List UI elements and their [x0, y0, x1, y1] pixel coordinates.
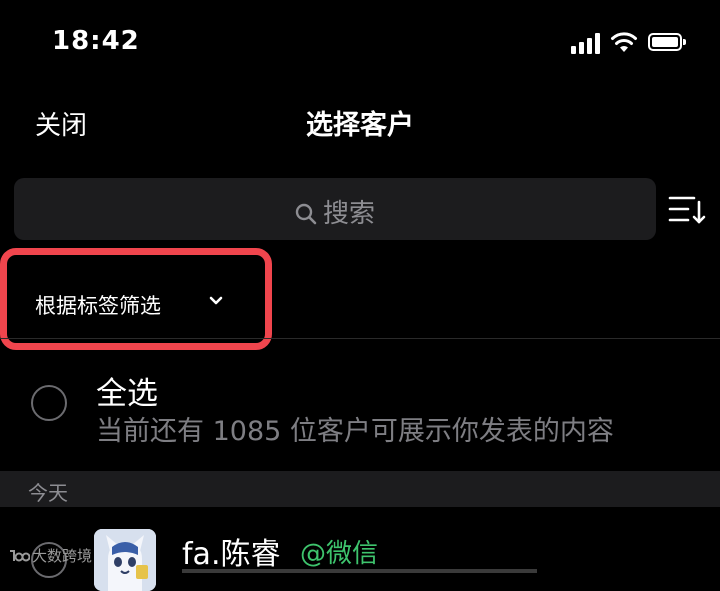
status-time: 18:42 [52, 26, 140, 56]
contact-row[interactable]: fa.陈睿 @微信 [0, 507, 720, 591]
tag-filter-label: 根据标签筛选 [35, 294, 161, 318]
contact-subtitle-placeholder [182, 569, 537, 573]
search-input[interactable]: 搜索 [14, 178, 656, 240]
tag-filter-dropdown[interactable]: 根据标签筛选 [21, 277, 251, 327]
chevron-down-icon [209, 296, 223, 305]
battery-icon [648, 33, 686, 51]
search-placeholder: 搜索 [322, 199, 375, 229]
status-bar: 18:42 [0, 0, 720, 90]
watermark-logo-icon [10, 550, 30, 562]
select-all-label[interactable]: 全选 [96, 368, 158, 413]
cellular-signal-icon [571, 32, 603, 54]
close-button[interactable]: 关闭 [35, 105, 87, 142]
section-header: 今天 [0, 471, 720, 507]
sort-icon[interactable] [668, 192, 706, 226]
divider [0, 338, 720, 339]
avatar [94, 529, 156, 591]
page-title: 选择客户 [306, 110, 414, 141]
select-all-radio[interactable] [31, 385, 67, 421]
section-header-label: 今天 [28, 481, 68, 505]
watermark-text: 大数跨境 [32, 547, 93, 565]
navigation-bar: 选择客户 关闭 [0, 95, 720, 151]
watermark: 大数跨境 [8, 545, 92, 566]
tag-filter-highlight: 根据标签筛选 [0, 248, 272, 350]
search-icon [295, 203, 317, 225]
contact-source-tag: @微信 [300, 539, 379, 569]
wifi-icon [611, 32, 637, 52]
select-all-subtitle: 当前还有 1085 位客户可展示你发表的内容 [96, 416, 614, 447]
cat-avatar-icon [94, 529, 156, 591]
contact-name: fa.陈睿 [182, 537, 281, 572]
